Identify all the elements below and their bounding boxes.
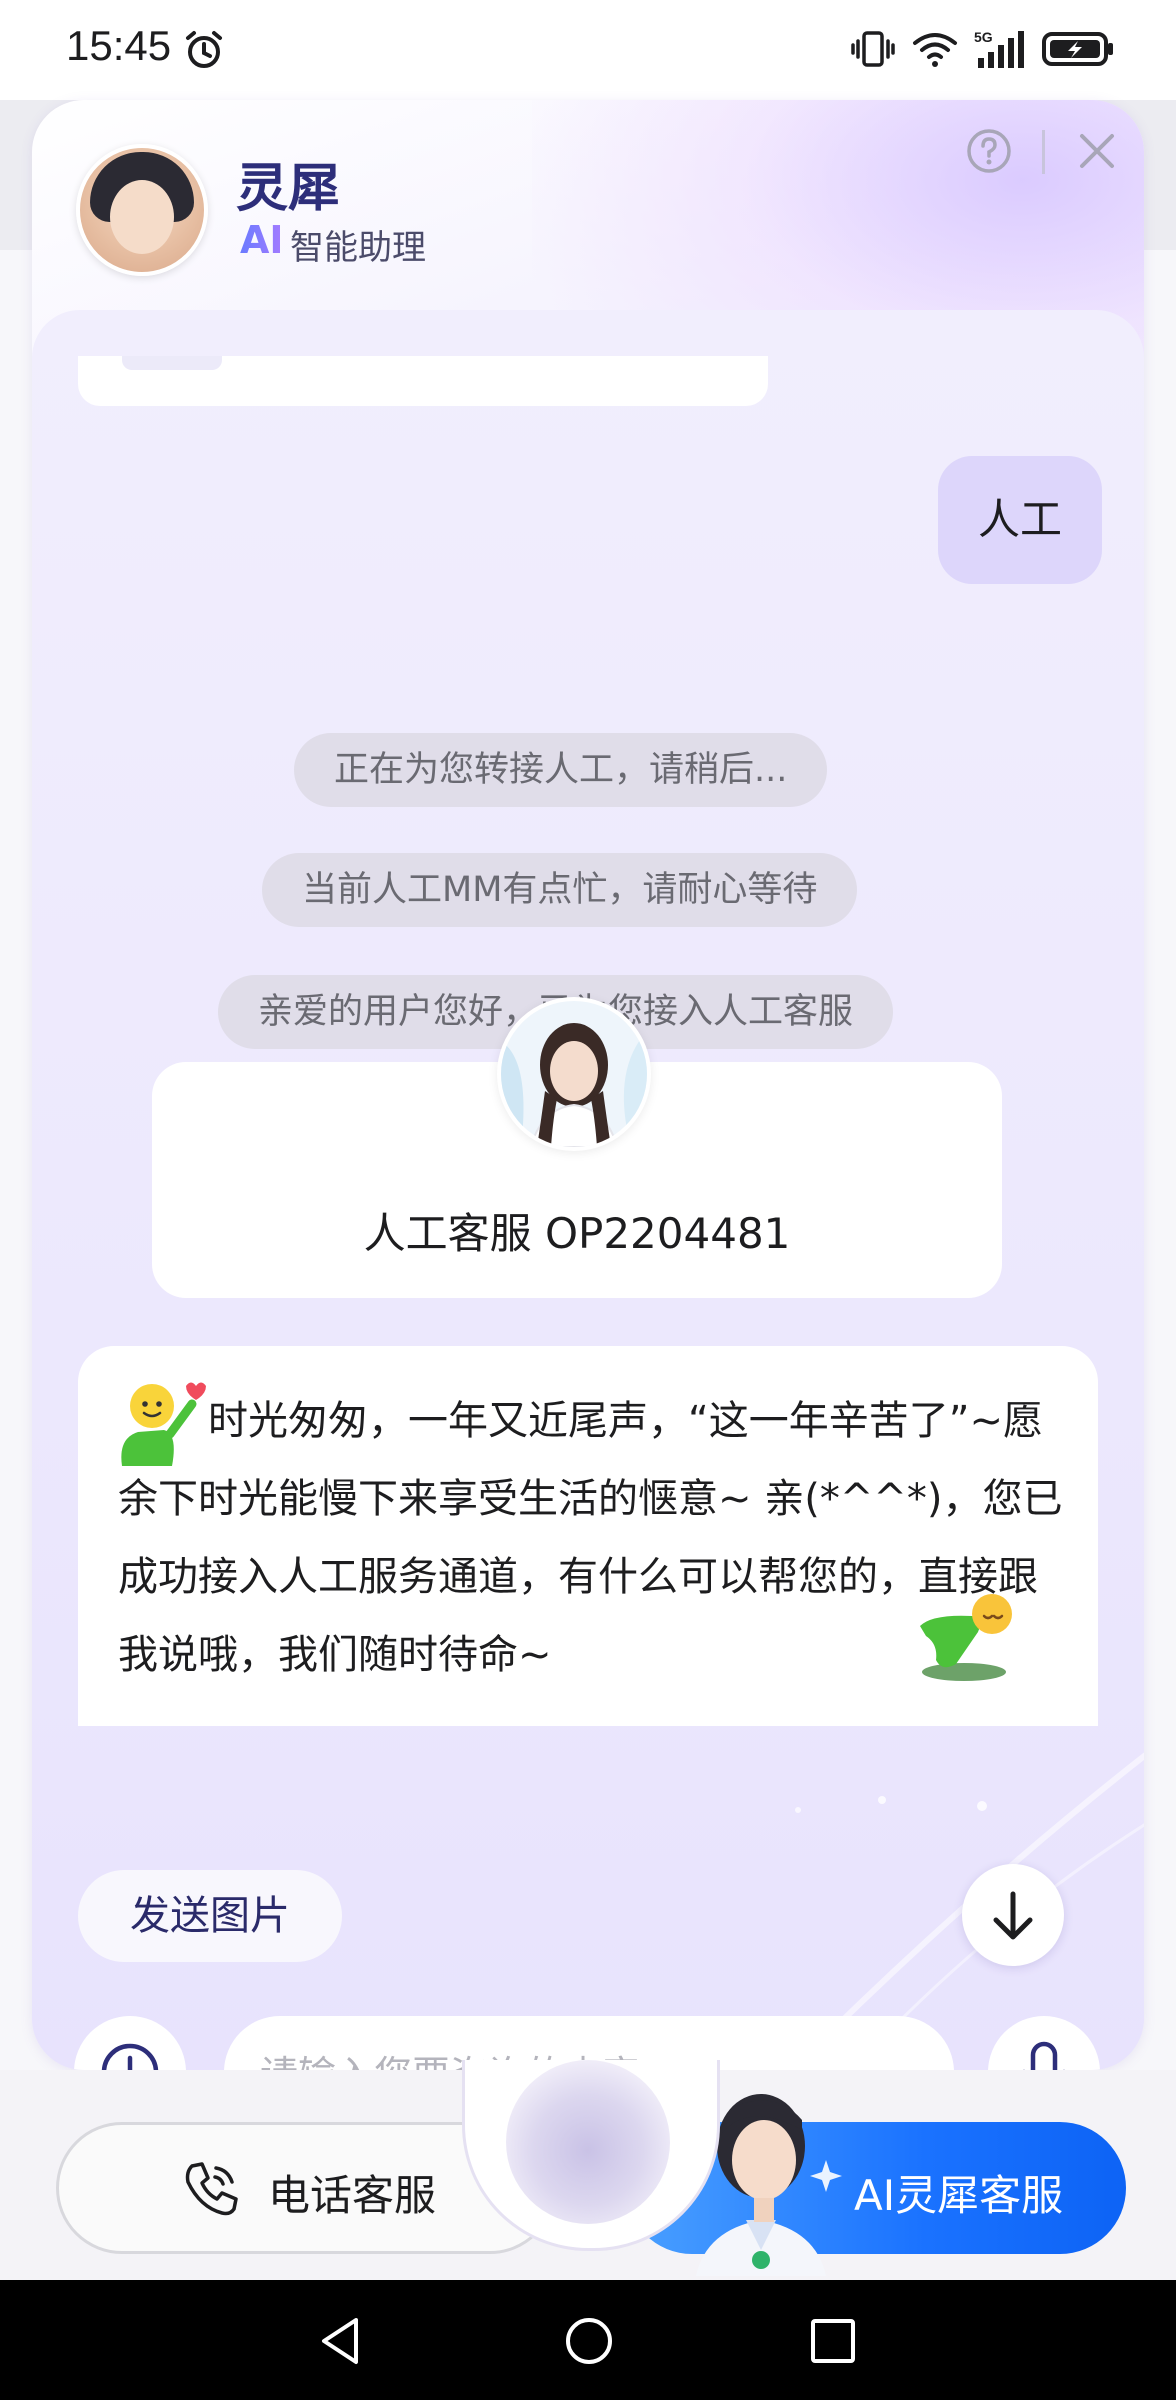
- decorative-sparkles: [789, 1752, 1144, 2070]
- alarm-icon: [186, 31, 222, 68]
- home-icon[interactable]: [564, 2316, 614, 2366]
- chat-panel[interactable]: 人工 正在为您转接人工，请稍后... 当前人工MM有点忙，请耐心等待 亲爱的用户…: [32, 310, 1144, 2070]
- close-icon[interactable]: [1072, 126, 1122, 176]
- phone-service-label: 电话客服: [268, 2171, 437, 2220]
- wifi-icon: [913, 33, 957, 67]
- clock-icon: [101, 2043, 159, 2070]
- arrow-down-icon: [993, 1891, 1033, 1940]
- assistant-avatar: [76, 144, 208, 276]
- battery-charging-icon: [1042, 32, 1113, 66]
- assistant-dialog: 灵犀 AI 智能助理 人工 正在为您转接人工，请稍后... 当前人工MM有点忙，…: [32, 100, 1144, 2070]
- recent-apps-icon[interactable]: [810, 2318, 856, 2364]
- status-bar: 15:45 5G: [0, 0, 1176, 100]
- svg-text:5G: 5G: [974, 29, 993, 45]
- help-icon[interactable]: [964, 126, 1014, 176]
- status-icons: 5G: [850, 26, 1116, 72]
- back-icon[interactable]: [316, 2316, 364, 2366]
- voice-input-button[interactable]: [988, 2016, 1100, 2070]
- status-time: 15:45: [66, 22, 172, 69]
- ai-service-label: AI灵犀客服: [854, 2171, 1064, 2220]
- agent-name: 人工客服 OP2204481: [363, 1209, 791, 1258]
- scroll-to-bottom-button[interactable]: [962, 1864, 1064, 1966]
- ai-label: AI: [240, 218, 284, 262]
- voice-orb[interactable]: [506, 2060, 670, 2224]
- system-message: 正在为您转接人工，请稍后...: [294, 733, 828, 807]
- agent-avatar: [497, 997, 651, 1151]
- system-message: 当前人工MM有点忙，请耐心等待: [262, 853, 858, 927]
- agent-message-bubble: 时光匆匆，一年又近尾声，“这一年辛苦了”~愿余下时光能慢下来享受生活的惬意~ 亲…: [78, 1346, 1098, 1726]
- signal-5g-icon: 5G: [974, 29, 1024, 68]
- vibrate-icon: [851, 31, 895, 67]
- phone-icon: [185, 2162, 238, 2216]
- header-divider: [1042, 130, 1045, 174]
- agent-portrait: [501, 1001, 647, 1147]
- history-button[interactable]: [74, 2016, 186, 2070]
- bowing-emoji-icon: [920, 1594, 1012, 1681]
- send-image-button[interactable]: 发送图片: [78, 1870, 342, 1962]
- assistant-title: 灵犀: [236, 159, 341, 219]
- user-message-bubble: 人工: [938, 456, 1103, 584]
- system-navigation-bar: [0, 2280, 1176, 2400]
- assistant-subtitle: 智能助理: [290, 228, 426, 268]
- microphone-icon: [1022, 2041, 1066, 2070]
